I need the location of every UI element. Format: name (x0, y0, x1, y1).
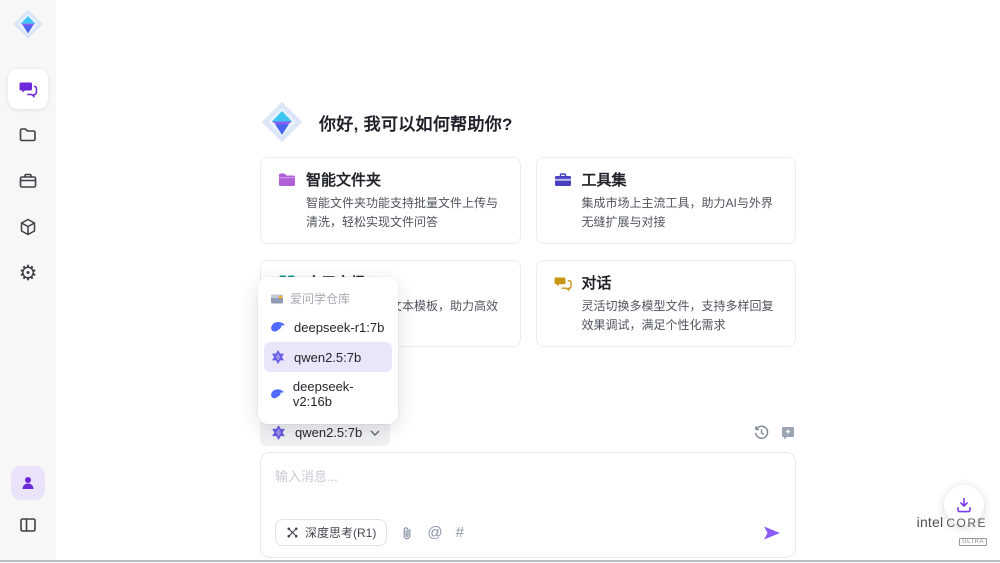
sidebar-item-settings[interactable]: ⚙ (8, 253, 48, 293)
deep-think-toggle[interactable]: 深度思考(R1) (275, 519, 387, 546)
card-smart-folders[interactable]: 智能文件夹 智能文件夹功能支持批量文件上传与清洗，轻松实现文件问答 (260, 157, 521, 244)
sidebar-item-chat[interactable] (8, 69, 48, 109)
model-option-label: deepseek-v2:16b (293, 379, 386, 409)
paperclip-icon (400, 525, 414, 541)
app-logo (12, 8, 44, 45)
model-option-label: deepseek-r1:7b (294, 320, 384, 335)
folder-purple-icon (277, 170, 297, 190)
intel-tier-text: ultra (959, 538, 987, 546)
deep-think-icon (286, 526, 299, 539)
message-input[interactable] (275, 466, 781, 510)
message-composer: 深度思考(R1) @ # (260, 452, 796, 558)
sidebar: ⚙ (0, 0, 56, 560)
qwen-icon (270, 424, 287, 441)
gear-icon: ⚙ (19, 263, 38, 284)
card-toolset[interactable]: 工具集 集成市场上主流工具，助力AI与外界无缝扩展与对接 (536, 157, 797, 244)
card-head: 工具集 (553, 169, 780, 190)
topic-button[interactable]: # (456, 525, 464, 540)
card-title: 工具集 (582, 169, 627, 190)
intel-product-text: core (946, 516, 987, 530)
repo-icon (270, 292, 284, 306)
greeting-logo-icon (260, 100, 304, 144)
card-title: 智能文件夹 (306, 169, 381, 190)
model-option-qwen[interactable]: qwen2.5:7b (264, 342, 392, 372)
sidebar-footer (11, 466, 45, 542)
panel-icon (18, 515, 38, 535)
card-description: 灵活切换多模型文件，支持多样回复效果调试，满足个性化需求 (582, 297, 780, 334)
briefcase-indigo-icon (553, 170, 573, 190)
qwen-icon (270, 349, 286, 365)
card-title: 对话 (582, 272, 612, 293)
cube-icon (18, 217, 38, 237)
new-chat-button[interactable] (780, 425, 796, 441)
deepseek-icon (270, 319, 286, 335)
sidebar-item-folders[interactable] (8, 115, 48, 155)
card-head: 智能文件夹 (277, 169, 504, 190)
intel-core-badge: intel core ultra (917, 514, 987, 548)
folder-icon (18, 125, 38, 145)
greeting-title: 你好, 我可以如何帮助你? (319, 110, 513, 135)
chat-gold-icon (553, 273, 573, 293)
send-button[interactable] (763, 525, 781, 541)
new-chat-icon (780, 425, 796, 441)
user-icon (19, 474, 37, 492)
model-group-label: 爱问学仓库 (290, 290, 350, 307)
chevron-down-icon (370, 430, 380, 436)
chat-action-icons (753, 424, 796, 441)
intel-brand-text: intel (917, 514, 944, 530)
card-description: 智能文件夹功能支持批量文件上传与清洗，轻松实现文件问答 (306, 194, 504, 231)
deep-think-label: 深度思考(R1) (305, 524, 376, 541)
composer-bottom-bar: 深度思考(R1) @ # (275, 519, 781, 546)
greeting-row: 你好, 我可以如何帮助你? (260, 100, 796, 144)
deepseek-icon (270, 386, 285, 402)
history-icon (753, 424, 770, 441)
sidebar-item-models[interactable] (8, 207, 48, 247)
card-head: 对话 (553, 272, 780, 293)
chat-icon (18, 79, 38, 99)
card-description: 集成市场上主流工具，助力AI与外界无缝扩展与对接 (582, 194, 780, 231)
model-selector-value: qwen2.5:7b (295, 425, 362, 440)
collapse-sidebar-button[interactable] (11, 508, 45, 542)
model-group-header: 爱问学仓库 (258, 283, 398, 312)
download-icon (955, 496, 973, 514)
intel-wordmark: intel core (917, 514, 987, 530)
history-button[interactable] (753, 424, 770, 441)
model-option-deepseek-r1[interactable]: deepseek-r1:7b (258, 312, 398, 342)
diamond-logo-icon (12, 8, 44, 40)
window-bottom-border (0, 560, 1000, 562)
profile-button[interactable] (11, 466, 45, 500)
mention-button[interactable]: @ (427, 525, 442, 540)
send-icon (763, 525, 781, 541)
sidebar-nav: ⚙ (8, 69, 48, 293)
model-dropdown: 爱问学仓库 deepseek-r1:7b qwen2.5:7b deepseek… (258, 277, 398, 424)
model-option-deepseek-v2[interactable]: deepseek-v2:16b (258, 372, 398, 416)
model-option-label: qwen2.5:7b (294, 350, 361, 365)
sidebar-item-toolbox[interactable] (8, 161, 48, 201)
card-conversation[interactable]: 对话 灵活切换多模型文件，支持多样回复效果调试，满足个性化需求 (536, 260, 797, 347)
briefcase-icon (18, 171, 38, 191)
attach-file-button[interactable] (400, 525, 414, 541)
